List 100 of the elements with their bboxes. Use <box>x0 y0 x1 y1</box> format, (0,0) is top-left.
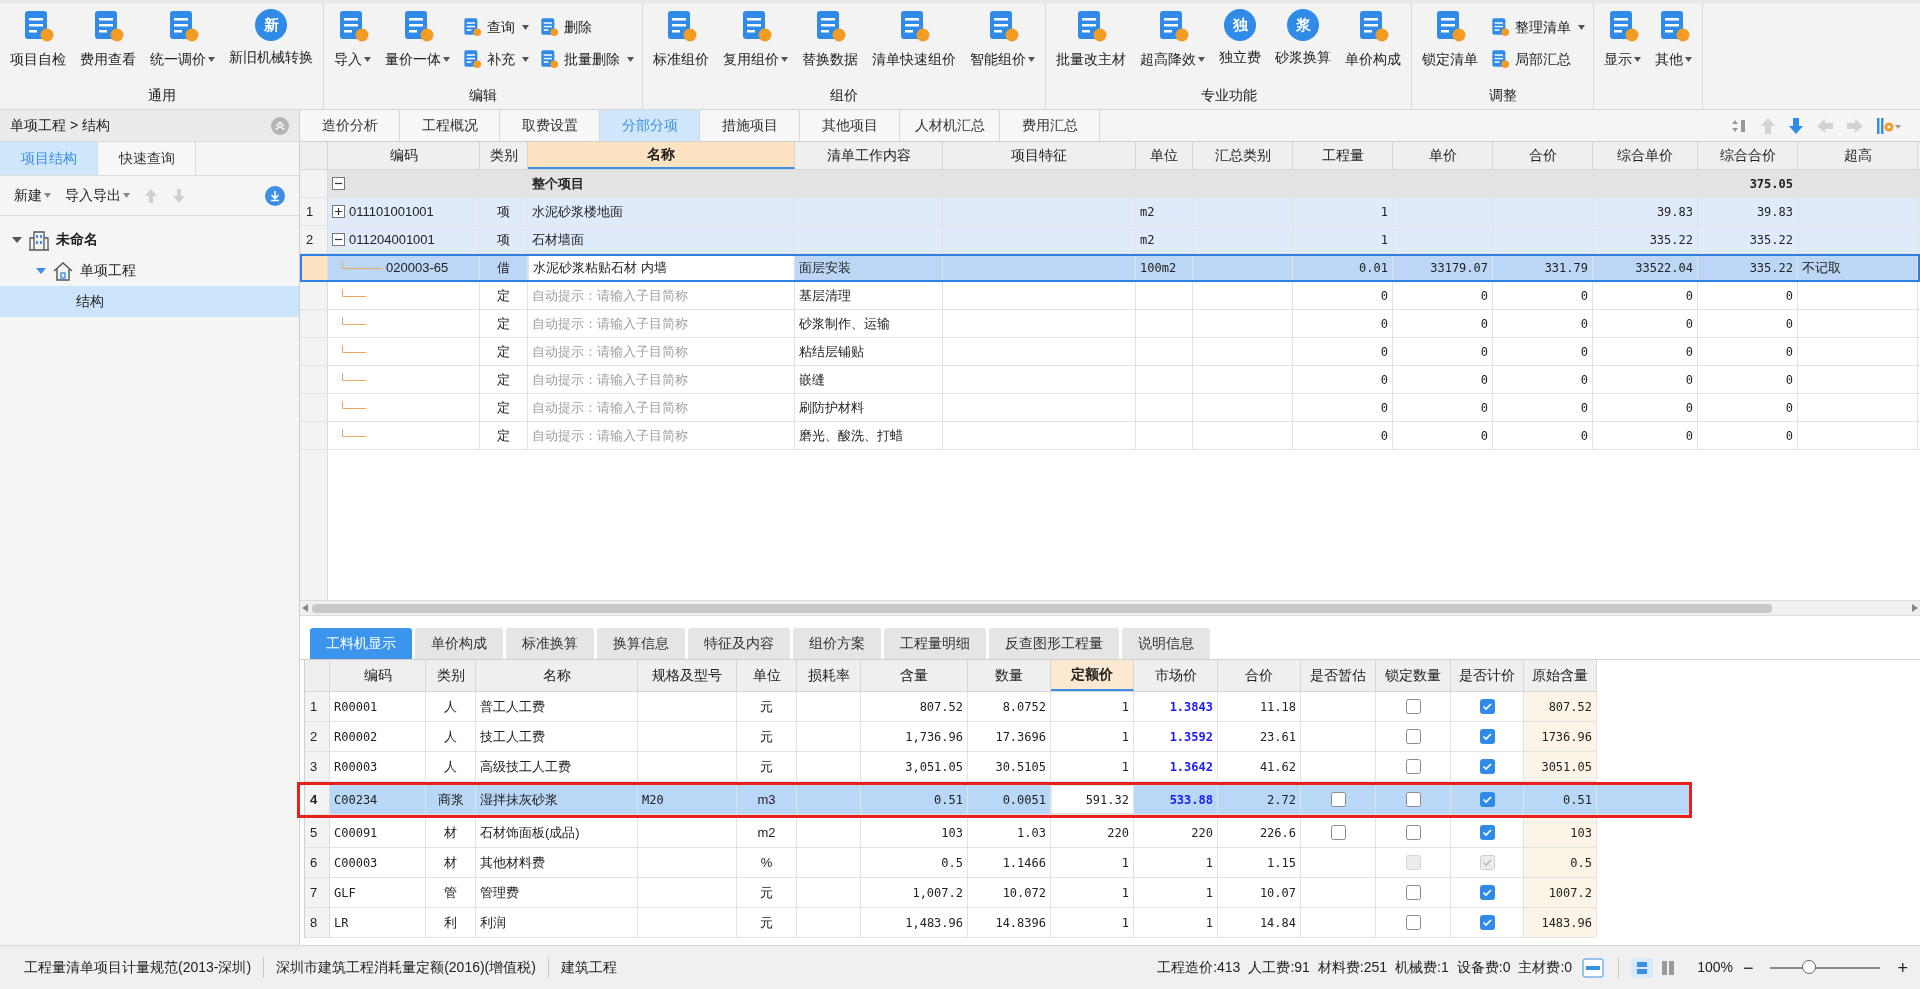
collapse-toggle-icon[interactable] <box>332 233 345 246</box>
tree-item[interactable]: 结构 <box>0 286 299 317</box>
checkbox[interactable] <box>1479 915 1495 930</box>
ribbon-button[interactable]: 其他 <box>1651 9 1696 75</box>
tab[interactable]: 组价方案 <box>793 628 881 659</box>
table-row[interactable]: 2 011204001001 项 石材墙面 m2 1 335.22 335.22 <box>300 226 1920 254</box>
column-header[interactable]: 含量 <box>861 660 968 691</box>
ribbon-button[interactable]: 锁定清单 <box>1418 9 1482 75</box>
column-header[interactable]: 单价 <box>1393 142 1493 169</box>
ribbon-button[interactable]: 新 新旧机械转换 <box>225 9 317 75</box>
table-row[interactable]: 8 LR 利 利润 元 1,483.96 14.8396 1 1 14.84 1483.96 <box>305 908 1596 938</box>
ribbon-button[interactable]: 删除 <box>537 13 636 41</box>
zoom-out-button[interactable]: − <box>1742 958 1754 977</box>
column-header[interactable]: 名称 <box>528 142 795 169</box>
tab[interactable]: 工程量明细 <box>884 628 986 659</box>
checkbox[interactable] <box>1479 792 1495 807</box>
zoom-in-button[interactable]: + <box>1897 958 1908 977</box>
checkbox[interactable] <box>1405 759 1421 774</box>
column-header[interactable]: 损耗率 <box>797 660 861 691</box>
tree-item[interactable]: 未命名 <box>0 224 299 255</box>
column-header[interactable]: 综合合价 <box>1698 142 1798 169</box>
column-header[interactable]: 规格及型号 <box>638 660 737 691</box>
column-header[interactable]: 单位 <box>1136 142 1193 169</box>
ribbon-button[interactable]: 批量改主材 <box>1052 9 1130 75</box>
ribbon-button[interactable]: 独 独立费 <box>1215 9 1265 75</box>
column-header[interactable]: 合价 <box>1493 142 1593 169</box>
collapse-toggle-icon[interactable] <box>332 177 345 190</box>
checkbox[interactable] <box>1405 915 1421 930</box>
tab[interactable]: 反查图形工程量 <box>989 628 1119 659</box>
side-layout-icon[interactable] <box>1661 959 1676 976</box>
checkbox[interactable] <box>1405 792 1421 807</box>
column-header[interactable]: 编码 <box>330 660 426 691</box>
table-row[interactable]: 定 自动提示：请输入子目简称 基层清理 0 0 0 0 0 <box>300 282 1920 310</box>
ribbon-button[interactable]: 局部汇总 <box>1488 45 1587 73</box>
table-row[interactable]: 定 自动提示：请输入子目简称 刷防护材料 0 0 0 0 0 <box>300 394 1920 422</box>
scroll-right-icon[interactable] <box>1912 604 1918 612</box>
column-header[interactable]: 是否暂估 <box>1301 660 1376 691</box>
column-header[interactable]: 工程量 <box>1293 142 1393 169</box>
tab[interactable]: 单价构成 <box>415 628 503 659</box>
table-row[interactable]: 7 GLF 管 管理费 元 1,007.2 10.072 1 1 10.07 1007.2 <box>305 878 1596 908</box>
table-row[interactable]: 定 自动提示：请输入子目简称 粘结层铺贴 0 0 0 0 0 <box>300 338 1920 366</box>
table-row[interactable]: 5 C00091 材 石材饰面板(成品) m2 103 1.03 220 220 226.6 103 <box>305 818 1596 848</box>
table-row[interactable]: 定 自动提示：请输入子目简称 磨光、酸洗、打蜡 0 0 0 0 0 <box>300 422 1920 450</box>
checkbox[interactable] <box>1405 699 1421 714</box>
table-row[interactable]: 整个项目 375.05 <box>300 170 1920 198</box>
zoom-slider-thumb[interactable] <box>1802 959 1816 974</box>
ribbon-button[interactable]: 导入 <box>330 9 375 75</box>
table-row[interactable]: 定 自动提示：请输入子目简称 嵌缝 0 0 0 0 0 <box>300 366 1920 394</box>
column-header[interactable]: 单位 <box>737 660 797 691</box>
checkbox[interactable] <box>1405 729 1421 744</box>
scrollbar-thumb[interactable] <box>312 603 1772 613</box>
tab[interactable]: 特征及内容 <box>688 628 790 659</box>
checkbox[interactable] <box>1479 825 1495 840</box>
ribbon-button[interactable]: 查询 <box>460 13 531 41</box>
ribbon-button[interactable]: 超高降效 <box>1136 9 1209 75</box>
ribbon-button[interactable]: 批量删除 <box>537 45 636 73</box>
column-header[interactable]: 原始含量 <box>1524 660 1597 691</box>
column-header[interactable]: 合价 <box>1218 660 1301 691</box>
panel-toggle-icon[interactable] <box>1582 957 1605 978</box>
selected-row[interactable]: 4 C00234 商浆 湿拌抹灰砂浆 M20 m3 0.51 0.0051 591.32 533.88 2.72 0.51 <box>305 785 1689 815</box>
column-header[interactable]: 名称 <box>476 660 638 691</box>
toolbar-button[interactable]: 新建 <box>14 185 51 206</box>
checkbox[interactable] <box>1330 825 1346 840</box>
column-header[interactable]: 项目特征 <box>943 142 1136 169</box>
checkbox[interactable] <box>1479 885 1495 900</box>
table-row[interactable]: 1 011101001001 项 水泥砂浆楼地面 m2 1 39.83 39.83 <box>300 198 1920 226</box>
checkbox[interactable] <box>1479 759 1495 774</box>
expand-caret-icon[interactable] <box>36 266 46 275</box>
table-row[interactable]: 3 R00003 人 高级技工人工费 元 3,051.05 30.5105 1 1.3642 41.62 3051.05 <box>305 752 1596 782</box>
checkbox[interactable] <box>1479 729 1495 744</box>
ribbon-button[interactable]: 项目自检 <box>6 9 70 75</box>
ribbon-button[interactable]: 复用组价 <box>719 9 792 75</box>
tree-item[interactable]: 单项工程 <box>0 255 299 286</box>
toolbar-button[interactable]: 导入导出 <box>65 185 130 206</box>
ribbon-button[interactable]: 统一调价 <box>146 9 219 75</box>
column-header[interactable]: 超高 <box>1798 142 1918 169</box>
sort-icon[interactable] <box>1732 117 1748 134</box>
tab[interactable]: 标准换算 <box>506 628 594 659</box>
ribbon-button[interactable]: 替换数据 <box>798 9 862 75</box>
column-header[interactable]: 锁定数量 <box>1376 660 1451 691</box>
ribbon-button[interactable]: 清单快速组价 <box>868 9 960 75</box>
arrow-down-icon[interactable] <box>1788 116 1804 135</box>
ribbon-button[interactable]: 整理清单 <box>1488 13 1587 41</box>
ribbon-button[interactable]: 费用查看 <box>76 9 140 75</box>
column-header[interactable]: 清单工作内容 <box>795 142 943 169</box>
ribbon-button[interactable]: 单价构成 <box>1341 9 1405 75</box>
ribbon-button[interactable]: 量价一体 <box>381 9 454 75</box>
tab[interactable]: 换算信息 <box>597 628 685 659</box>
table-row[interactable]: 1 R00001 人 普工人工费 元 807.52 8.0752 1 1.3843 11.18 807.52 <box>305 692 1596 722</box>
expand-toggle-icon[interactable] <box>332 205 345 218</box>
tab[interactable]: 说明信息 <box>1122 628 1210 659</box>
expand-caret-icon[interactable] <box>12 235 22 244</box>
checkbox[interactable] <box>1405 885 1421 900</box>
collapse-icon[interactable] <box>271 116 289 135</box>
column-header[interactable]: 是否计价 <box>1451 660 1524 691</box>
ribbon-button[interactable]: 标准组价 <box>649 9 713 75</box>
table-row[interactable]: 定 自动提示：请输入子目简称 砂浆制作、运输 0 0 0 0 0 <box>300 310 1920 338</box>
stacked-layout-icon[interactable] <box>1631 957 1654 978</box>
column-header[interactable]: 市场价 <box>1134 660 1218 691</box>
column-header[interactable]: 综合单价 <box>1593 142 1698 169</box>
